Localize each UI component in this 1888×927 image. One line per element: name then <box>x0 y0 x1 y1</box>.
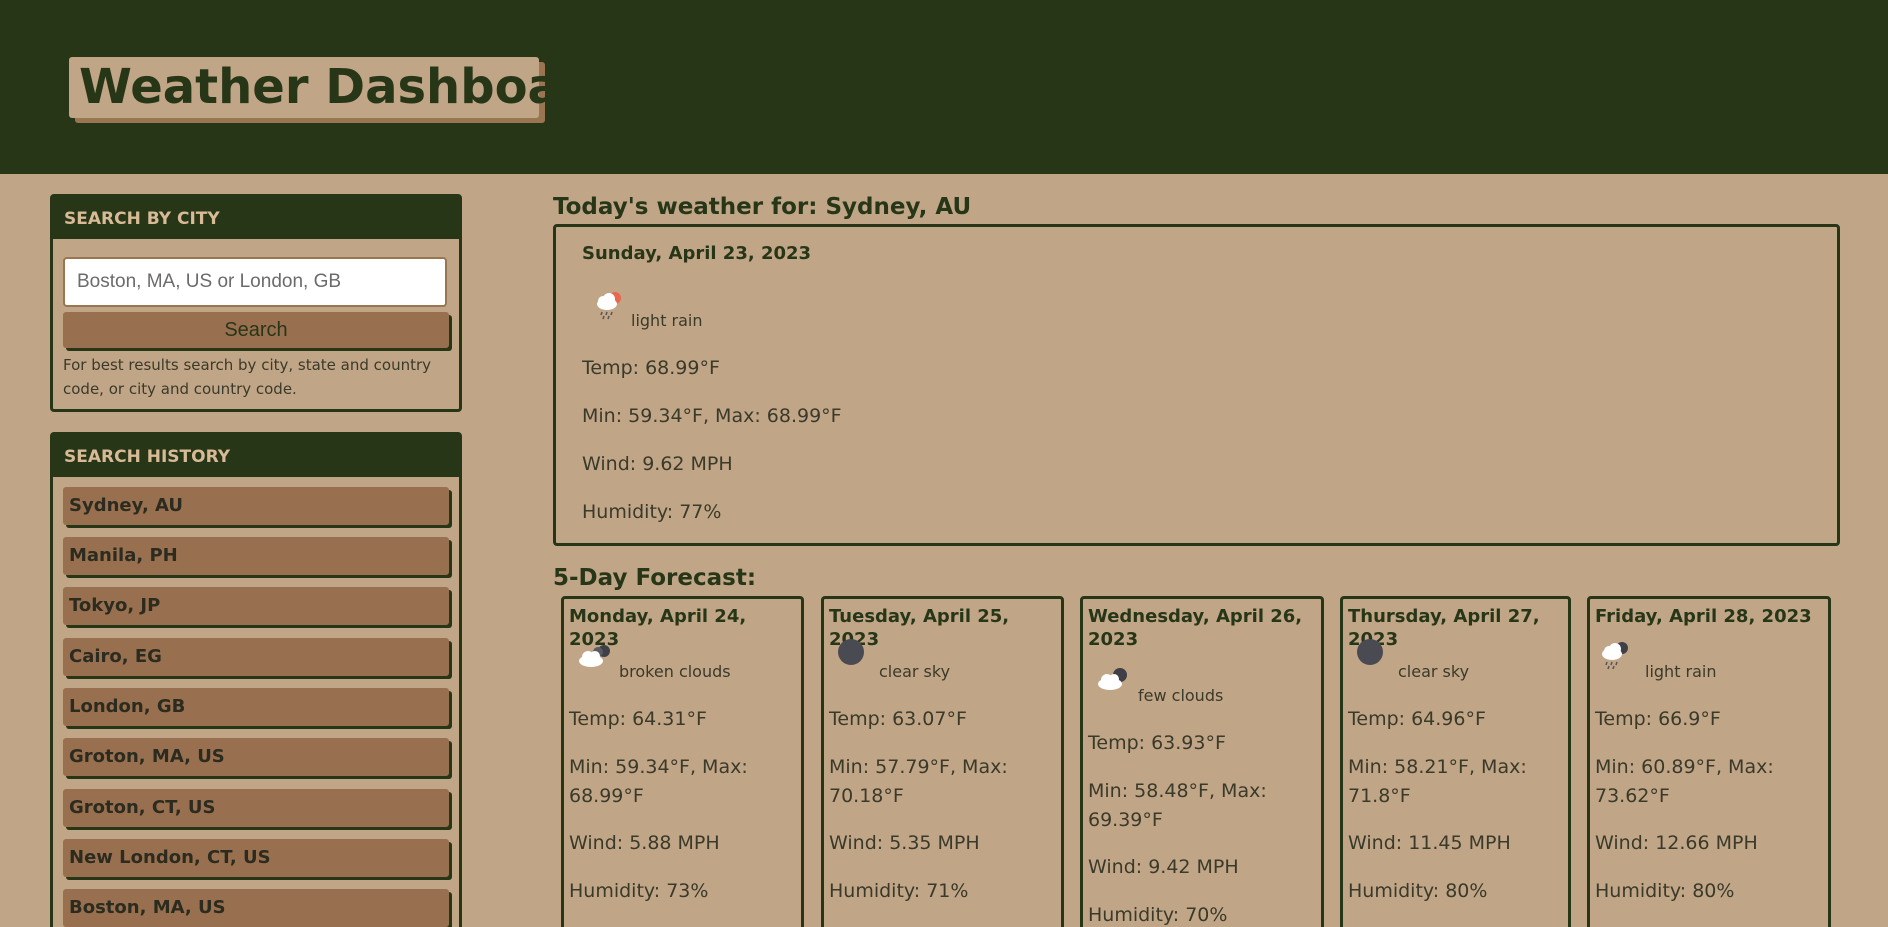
forecast-date: Wednesday, April 26, 2023 <box>1088 606 1303 650</box>
forecast-wind: Wind: 9.42 MPH <box>1088 856 1239 878</box>
forecast-temp: Temp: 63.93°F <box>1088 732 1226 754</box>
forecast-minmax: Min: 60.89°F, Max: 73.62°F <box>1595 756 1774 807</box>
forecast-date: Friday, April 28, 2023 <box>1595 606 1812 627</box>
forecast-description: broken clouds <box>619 662 731 681</box>
forecast-card: Wednesday, April 26, 2023 few clouds Tem… <box>1080 596 1324 927</box>
few-clouds-night-icon <box>1098 668 1127 690</box>
forecast-temp: Temp: 66.9°F <box>1595 708 1721 730</box>
today-weather-card: Sunday, April 23, 2023 light rain Temp: … <box>553 224 1840 546</box>
forecast-card: Monday, April 24, 2023 broken clouds Tem… <box>561 596 804 927</box>
forecast-card: Friday, April 28, 2023 light rain Temp: … <box>1587 596 1831 927</box>
search-history-panel: SEARCH HISTORY Sydney, AU Manila, PH Tok… <box>50 432 462 927</box>
forecast-heading: 5-Day Forecast: <box>553 565 757 591</box>
today-date: Sunday, April 23, 2023 <box>582 243 812 264</box>
search-hint: For best results search by city, state a… <box>63 356 432 398</box>
forecast-humidity: Humidity: 70% <box>1088 904 1228 926</box>
forecast-humidity: Humidity: 80% <box>1595 880 1735 902</box>
forecast-minmax: Min: 57.79°F, Max: 70.18°F <box>829 756 1008 807</box>
forecast-card: Tuesday, April 25, 2023 clear sky Temp: … <box>821 596 1064 927</box>
clear-sky-night-icon <box>838 639 864 665</box>
today-weather-heading: Today's weather for: Sydney, AU <box>553 194 972 220</box>
forecast-temp: Temp: 63.07°F <box>829 708 967 730</box>
history-item[interactable]: London, GB <box>63 688 449 726</box>
forecast-minmax: Min: 58.21°F, Max: 71.8°F <box>1348 756 1527 807</box>
forecast-description: light rain <box>1645 662 1717 681</box>
forecast-wind: Wind: 12.66 MPH <box>1595 832 1758 854</box>
history-item[interactable]: Manila, PH <box>63 537 449 575</box>
forecast-description: few clouds <box>1138 686 1224 705</box>
history-item[interactable]: Cairo, EG <box>63 638 449 676</box>
light-rain-night-icon <box>1602 642 1628 670</box>
history-item[interactable]: Sydney, AU <box>63 487 449 525</box>
forecast-description: clear sky <box>1398 662 1470 681</box>
page-header: Weather Dashboard <box>0 0 1888 174</box>
search-button[interactable]: Search <box>63 312 449 348</box>
today-humidity: Humidity: 77% <box>582 501 722 523</box>
forecast-minmax: Min: 59.34°F, Max: 68.99°F <box>569 756 748 807</box>
history-item[interactable]: New London, CT, US <box>63 839 449 877</box>
history-item[interactable]: Tokyo, JP <box>63 587 449 625</box>
forecast-wind: Wind: 5.88 MPH <box>569 832 720 854</box>
page-title: Weather Dashboard <box>69 57 618 118</box>
forecast-card: Thursday, April 27, 2023 clear sky Temp:… <box>1340 596 1571 927</box>
today-wind: Wind: 9.62 MPH <box>582 453 733 475</box>
today-minmax: Min: 59.34°F, Max: 68.99°F <box>582 405 842 427</box>
search-panel: SEARCH BY CITY Search For best results s… <box>50 194 462 412</box>
history-item[interactable]: Boston, MA, US <box>63 889 449 927</box>
forecast-humidity: Humidity: 80% <box>1348 880 1488 902</box>
forecast-wind: Wind: 11.45 MPH <box>1348 832 1511 854</box>
search-panel-heading: SEARCH BY CITY <box>53 197 459 239</box>
forecast-minmax: Min: 58.48°F, Max: 69.39°F <box>1088 780 1267 831</box>
today-description: light rain <box>631 311 703 330</box>
light-rain-day-icon <box>597 292 621 320</box>
history-item[interactable]: Groton, CT, US <box>63 789 449 827</box>
clear-sky-night-icon <box>1357 639 1383 665</box>
forecast-humidity: Humidity: 71% <box>829 880 969 902</box>
forecast-wind: Wind: 5.35 MPH <box>829 832 980 854</box>
broken-clouds-icon <box>579 645 610 667</box>
forecast-description: clear sky <box>879 662 951 681</box>
history-item[interactable]: Groton, MA, US <box>63 738 449 776</box>
forecast-humidity: Humidity: 73% <box>569 880 709 902</box>
forecast-temp: Temp: 64.96°F <box>1348 708 1486 730</box>
today-temp: Temp: 68.99°F <box>582 357 720 379</box>
city-search-input[interactable] <box>63 257 447 307</box>
search-history-heading: SEARCH HISTORY <box>53 435 459 477</box>
forecast-temp: Temp: 64.31°F <box>569 708 707 730</box>
